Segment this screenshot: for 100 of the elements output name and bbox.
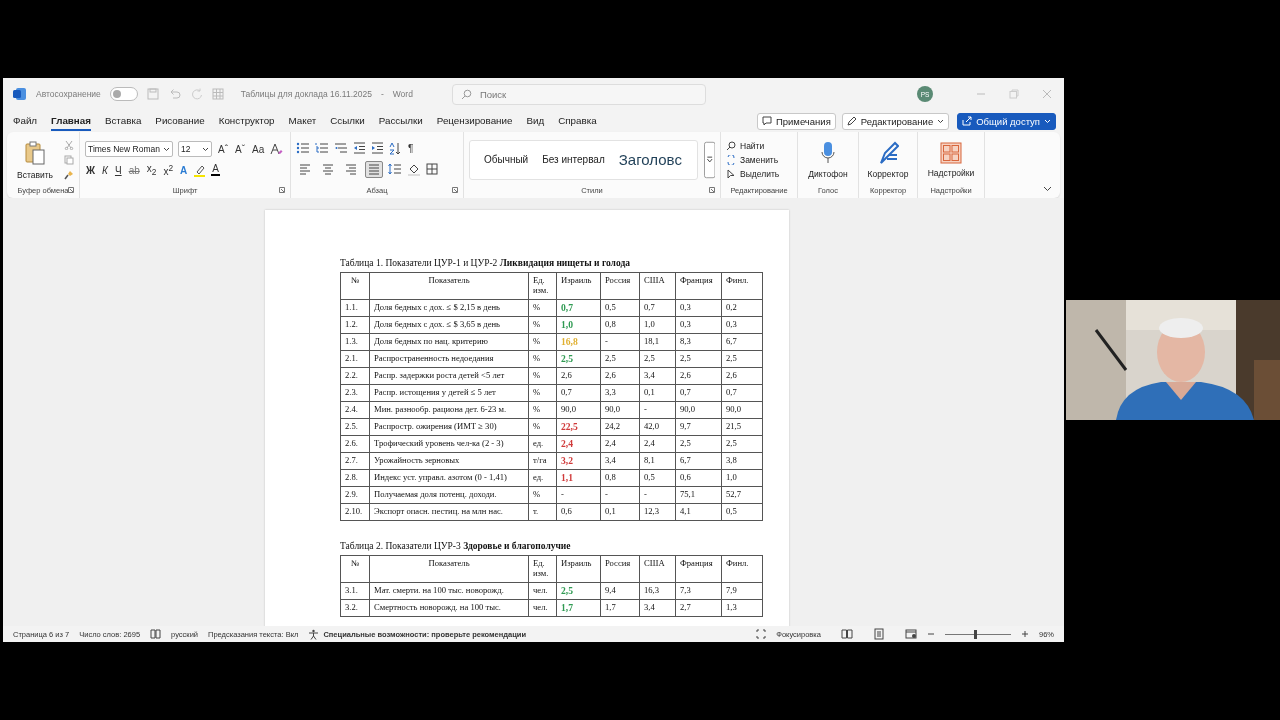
search-field[interactable]: Поиск [451, 83, 706, 105]
clear-formatting-icon[interactable] [270, 142, 284, 156]
table-cell: 0,2 [721, 299, 763, 317]
table-cell: Экспорт опасн. пестиц. на млн нас. [369, 503, 529, 521]
table-cell: 2,6 [600, 367, 640, 385]
shrink-font-button[interactable]: Aˇ [234, 143, 246, 155]
ribbon-tab[interactable]: Справка [558, 111, 597, 131]
font-color-button[interactable]: A [211, 164, 220, 177]
table-cell: 8,1 [639, 452, 676, 470]
table-cell: 12,3 [639, 503, 676, 521]
grow-font-button[interactable]: Aˆ [217, 143, 229, 155]
table-cell: % [528, 350, 557, 368]
change-case-button[interactable]: Aa [251, 143, 266, 155]
proofing-icon[interactable] [150, 629, 162, 639]
accessibility-icon[interactable] [308, 628, 320, 640]
superscript-button[interactable]: x$^{2}$ [162, 163, 175, 178]
line-spacing-icon[interactable] [388, 163, 402, 175]
table-cell: 2,5 [721, 435, 763, 453]
strikethrough-button[interactable]: ab [127, 165, 141, 176]
table-cell: 3,2 [556, 452, 601, 470]
text-effects-button[interactable]: A [179, 165, 189, 176]
underline-button[interactable]: Ч [113, 165, 123, 176]
table-cell: 2,6 [721, 367, 763, 385]
ribbon-tab[interactable]: Рассылки [378, 111, 423, 131]
column-header: № [340, 272, 370, 300]
title-separator: - [380, 89, 384, 99]
pilcrow-button[interactable]: ¶ [407, 142, 415, 154]
ribbon-tab[interactable]: Главная [51, 111, 91, 131]
subscript-button[interactable]: x$_{2}$ [145, 163, 158, 178]
add-ins-button[interactable]: Надстройки [927, 141, 975, 178]
focus-icon[interactable] [756, 629, 767, 639]
table-cell: Распр. задержки роста детей <5 лет [369, 367, 529, 385]
table-cell: 0,3 [675, 299, 722, 317]
comments-button[interactable]: Примечания [756, 112, 836, 130]
dialog-launcher-icon[interactable] [452, 187, 458, 193]
highlighter-icon[interactable] [193, 164, 207, 177]
shading-icon[interactable] [407, 162, 421, 176]
decrease-indent-icon[interactable] [353, 142, 366, 154]
table-cell: 2.6. [340, 435, 370, 453]
dialog-launcher-icon[interactable] [709, 187, 715, 193]
ribbon-tab[interactable]: Рисование [155, 111, 205, 131]
app-name: Word [392, 89, 413, 99]
font-size-field[interactable]: 12 [178, 141, 212, 158]
zoom-in-icon[interactable] [1021, 630, 1029, 638]
table-cell: 2.9. [340, 486, 370, 504]
more-styles-icon[interactable] [703, 140, 715, 179]
table-cell: 0,1 [639, 384, 676, 402]
align-lines-icon [368, 163, 380, 175]
column-header: Россия [600, 272, 640, 300]
table-cell: 90,0 [600, 401, 640, 419]
italic-button[interactable]: К [101, 165, 109, 176]
style-option[interactable]: Обычный [484, 154, 529, 165]
bold-button[interactable]: Ж [85, 165, 97, 176]
editing-mode-button[interactable]: Редактирование [841, 112, 950, 130]
table-cell: 8,3 [675, 333, 722, 351]
select-button[interactable]: Выделить [726, 168, 780, 179]
editor-button[interactable]: Корректор [867, 140, 909, 179]
paste-button[interactable]: Вставить [17, 139, 53, 180]
style-option[interactable]: Без интервал [542, 154, 605, 165]
collapse-ribbon-icon[interactable] [1043, 186, 1052, 192]
find-button[interactable]: Найти [726, 140, 765, 151]
dialog-launcher-icon[interactable] [68, 187, 74, 193]
table-cell: Смертность новорожд. на 100 тыс. [369, 599, 529, 617]
sort-icon[interactable] [389, 141, 402, 155]
ribbon-tab[interactable]: Вид [526, 111, 545, 131]
table-cell: 2,5 [675, 350, 722, 368]
autosave-label: Автосохранение [36, 89, 101, 99]
ribbon-tab[interactable]: Ссылки [330, 111, 365, 131]
ribbon-tab[interactable]: Вставка [104, 111, 142, 131]
font-name-field[interactable]: Times New Roman [85, 141, 173, 158]
replace-button[interactable]: Заменить [726, 154, 779, 165]
style-option[interactable]: Заголовс [618, 151, 682, 168]
dictate-button[interactable]: Диктофон [808, 140, 848, 179]
align-button[interactable] [365, 160, 383, 178]
increase-indent-icon[interactable] [371, 142, 384, 154]
format-painter-icon[interactable] [64, 169, 74, 180]
table-cell: Мин. разнообр. рациона дет. 6-23 м. [369, 401, 529, 419]
ribbon-tab[interactable]: Файл [13, 111, 38, 131]
bullets-icon[interactable] [296, 142, 310, 154]
multilevel-list-icon[interactable] [334, 142, 348, 154]
print-layout-icon[interactable] [873, 628, 885, 640]
share-button[interactable]: Общий доступ [957, 112, 1056, 130]
dialog-launcher-icon[interactable] [279, 187, 285, 193]
table-cell: Доля бедных по нац. критерию [369, 333, 529, 351]
column-header: Ед. изм. [528, 555, 557, 583]
zoom-out-icon[interactable] [927, 630, 935, 638]
ribbon-tab[interactable]: Рецензирование [436, 111, 513, 131]
ribbon-tab[interactable]: Макет [288, 111, 317, 131]
table-cell: % [528, 486, 557, 504]
table-cell: 0,1 [600, 503, 640, 521]
autosave-toggle[interactable] [109, 87, 138, 101]
numbering-icon[interactable] [315, 142, 329, 154]
read-mode-icon[interactable] [841, 629, 853, 639]
table-cell: 75,1 [675, 486, 722, 504]
web-layout-icon[interactable] [905, 629, 917, 639]
column-header: США [639, 272, 676, 300]
table-cell: % [528, 401, 557, 419]
table-cell: 7,9 [721, 582, 763, 600]
borders-icon[interactable] [426, 163, 438, 175]
ribbon-tab[interactable]: Конструктор [218, 111, 275, 131]
